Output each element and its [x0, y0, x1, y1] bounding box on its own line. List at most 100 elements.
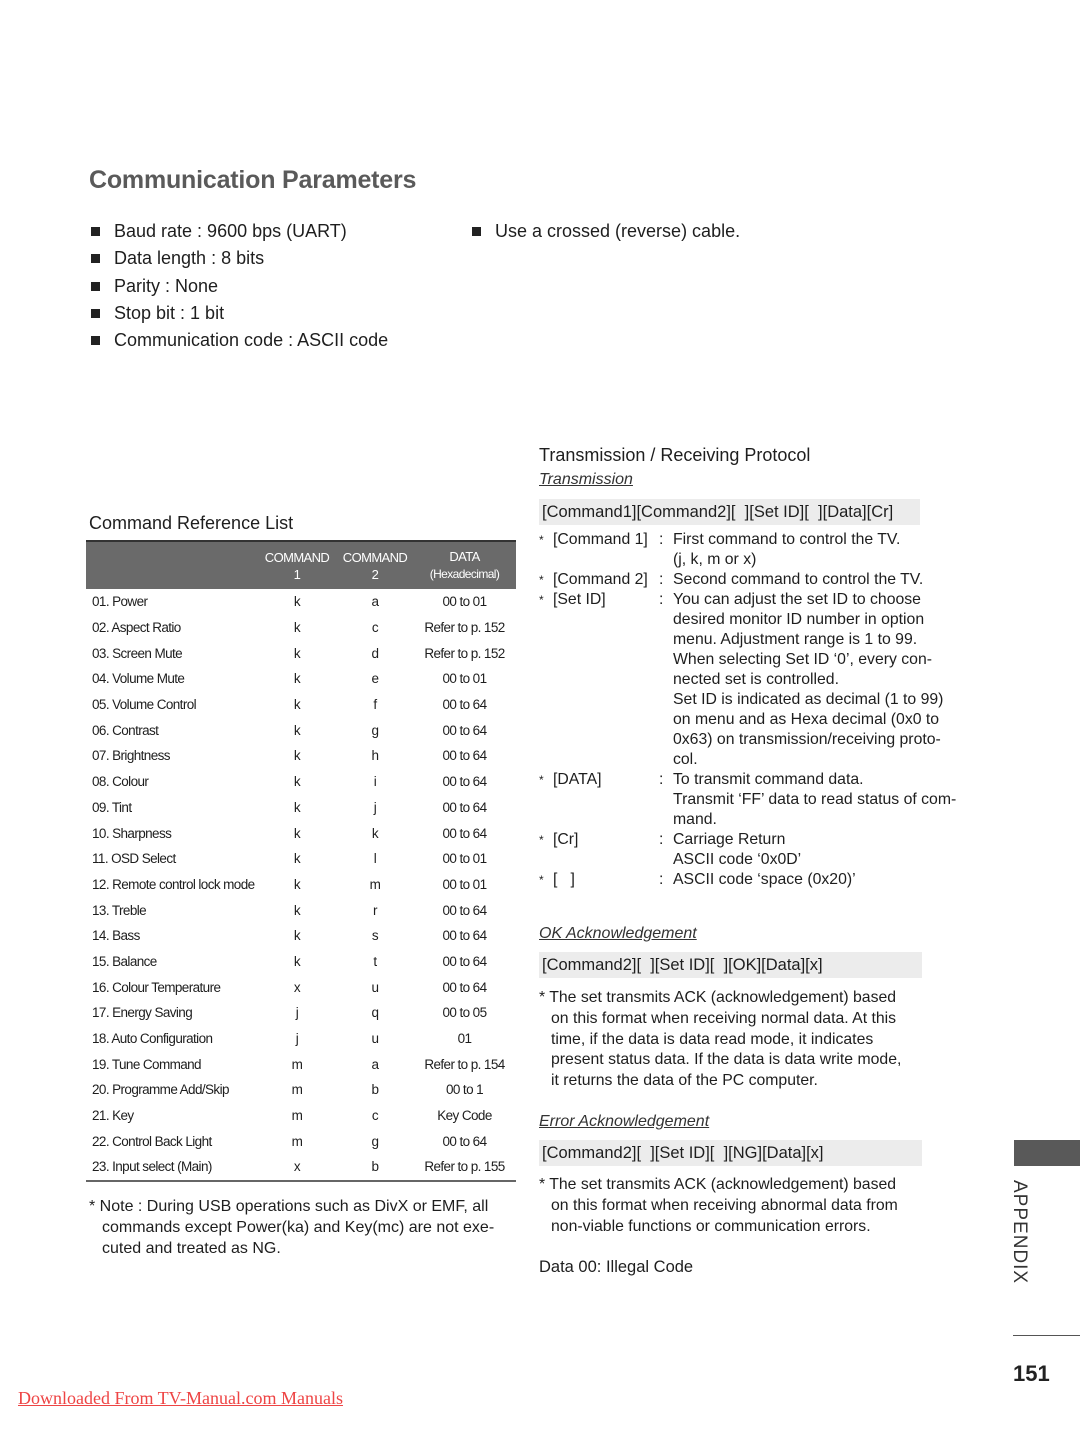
- table-row: 18. Auto Configuration j u 01: [86, 1026, 516, 1052]
- definition-line: Transmit ‘FF’ data to read status of com…: [673, 791, 957, 808]
- communication-params-list: Baud rate : 9600 bps (UART) Data length …: [89, 218, 388, 354]
- command2-cell: t: [373, 953, 377, 969]
- data-range-cell: 00 to 64: [442, 902, 488, 918]
- command1-cell: m: [291, 1056, 303, 1072]
- command2-cell: s: [371, 928, 379, 944]
- command1-cell: j: [295, 1031, 299, 1047]
- download-source-link[interactable]: Downloaded From TV-Manual.com Manuals: [18, 1388, 343, 1409]
- command-name-cell: 18. Auto Configuration: [92, 1031, 213, 1047]
- definition-line: 0x63) on transmission/receiving proto-: [673, 731, 941, 748]
- ok-ack-line: * The set transmits ACK (acknowledgement…: [539, 989, 897, 1006]
- asterisk-icon: *: [539, 593, 544, 607]
- command-name-cell: 01. Power: [92, 594, 148, 610]
- param-text: Baud rate : 9600 bps (UART): [114, 221, 347, 241]
- command1-cell: x: [257, 1154, 337, 1182]
- data-range-cell: Key Code: [437, 1108, 492, 1124]
- table-row: 11. OSD Select k l 00 to 01: [86, 846, 516, 872]
- data-range-cell: 00 to 64: [442, 1133, 488, 1149]
- bullet-square-icon: [91, 281, 100, 291]
- table-row: 09. Tint k j 00 to 64: [86, 795, 516, 821]
- data-range-cell: 00 to 01: [442, 851, 488, 867]
- data-range-cell: 00 to 64: [442, 825, 488, 841]
- command1-cell: j: [295, 1005, 299, 1021]
- header-data-sub: (Hexadecimal): [429, 567, 500, 581]
- bullet-square-icon: [91, 254, 100, 264]
- data-range-cell: 00 to 01: [442, 876, 488, 892]
- table-header-row: COMMAND 1 COMMAND 2 DATA (Hexadecimal): [86, 540, 516, 589]
- data-range-cell: Refer to p. 155: [413, 1154, 516, 1182]
- command1-cell: k: [293, 953, 301, 969]
- data-range-cell: 00 to 64: [442, 722, 488, 738]
- table-row: 19. Tune Command m a Refer to p. 154: [86, 1051, 516, 1077]
- table-row: 02. Aspect Ratio k c Refer to p. 152: [86, 615, 516, 641]
- command-reference-body: 01. Power k a 00 to 01 02. Aspect Ratio k c Ref…: [86, 589, 516, 1182]
- param-text: Data length : 8 bits: [114, 248, 265, 269]
- command1-cell: m: [291, 1082, 303, 1098]
- asterisk-icon: *: [539, 773, 544, 787]
- data-range-cell: 00 to 64: [442, 799, 488, 815]
- definition-line: ASCII code ‘space (0x20)’: [673, 871, 856, 888]
- header-command2-label: COMMAND: [342, 549, 408, 565]
- command2-cell: u: [371, 1031, 380, 1047]
- table-row: 22. Control Back Light m g 00 to 64: [86, 1128, 516, 1154]
- command2-cell: e: [371, 671, 380, 687]
- command2-cell: l: [373, 851, 377, 867]
- definition-line: (j, k, m or x): [673, 551, 757, 568]
- bullet-square-icon: [91, 309, 100, 319]
- command1-cell: k: [293, 748, 301, 764]
- definition-item: * [DATA]: To transmit command data. Transmi…: [539, 770, 979, 830]
- data-range-cell: 00 to 01: [442, 671, 488, 687]
- table-row: 15. Balance k t 00 to 64: [86, 949, 516, 975]
- table-row: 16. Colour Temperature x u 00 to 64: [86, 974, 516, 1000]
- command-name-cell: 12. Remote control lock mode: [92, 876, 255, 892]
- asterisk-icon: *: [539, 873, 544, 887]
- command1-cell: k: [293, 902, 301, 918]
- data-range-cell: Refer to p. 152: [424, 620, 505, 636]
- definition-line: Second command to control the TV.: [673, 571, 924, 588]
- ok-ack-description: * The set transmits ACK (acknowledgement…: [539, 988, 939, 1092]
- error-ack-line: non-viable functions or communication er…: [551, 1217, 871, 1235]
- page-title: Communication Parameters: [89, 166, 417, 194]
- definition-line: When selecting Set ID ‘0’, every con-: [673, 651, 933, 668]
- section-tab-marker: [1014, 1140, 1080, 1166]
- definition-key: [DATA]: [553, 771, 602, 788]
- command1-cell: k: [293, 620, 301, 636]
- definition-line: First command to control the TV.: [673, 531, 901, 548]
- transmission-format: [Command1][Command2][ ][Set ID][ ][Data]…: [539, 499, 920, 525]
- table-row: 03. Screen Mute k d Refer to p. 152: [86, 640, 516, 666]
- data-range-cell: 01: [457, 1031, 472, 1047]
- data-range-cell: 00 to 05: [442, 1005, 488, 1021]
- command2-cell: a: [371, 594, 380, 610]
- definition-value: Second command to control the TV.: [673, 570, 979, 590]
- data-illegal-code: Data 00: Illegal Code: [539, 1258, 694, 1276]
- command-reference-table: COMMAND 1 COMMAND 2 DATA (Hexadecimal) 01. …: [86, 540, 516, 1182]
- command1-cell: x: [293, 979, 301, 995]
- command-name-cell: 19. Tune Command: [92, 1056, 202, 1072]
- definition-line: nected set is controlled.: [673, 671, 839, 688]
- command1-cell: k: [293, 697, 301, 713]
- command-name-cell: 14. Bass: [92, 928, 140, 944]
- definition-key: [Set ID]: [553, 591, 606, 608]
- asterisk-icon: *: [539, 533, 544, 547]
- command2-cell: j: [373, 799, 377, 815]
- asterisk-icon: *: [539, 833, 544, 847]
- bullet-square-icon: [472, 227, 481, 236]
- error-ack-line: on this format when receiving abnormal d…: [551, 1196, 898, 1214]
- definition-key: [ ]: [553, 871, 575, 888]
- table-row: 17. Energy Saving j q 00 to 05: [86, 1000, 516, 1026]
- asterisk-icon: *: [539, 573, 544, 587]
- definition-line: Set ID is indicated as decimal (1 to 99): [673, 691, 944, 708]
- command-name-cell: 15. Balance: [92, 953, 157, 969]
- command2-cell: b: [371, 1082, 380, 1098]
- command-name-cell: 04. Volume Mute: [92, 671, 185, 687]
- command2-cell: u: [371, 979, 380, 995]
- header-data-label: DATA: [449, 549, 480, 564]
- header-command2-number: 2: [371, 566, 379, 582]
- error-ack-description: * The set transmits ACK (acknowledgement…: [539, 1175, 939, 1237]
- definition-colon: :: [659, 571, 664, 588]
- ok-ack-label: OK Acknowledgement: [539, 925, 697, 942]
- command-name-cell: 16. Colour Temperature: [92, 979, 221, 995]
- header-command2: COMMAND 2: [337, 540, 413, 589]
- command2-cell: q: [371, 1005, 380, 1021]
- header-command1-number: 1: [293, 566, 301, 582]
